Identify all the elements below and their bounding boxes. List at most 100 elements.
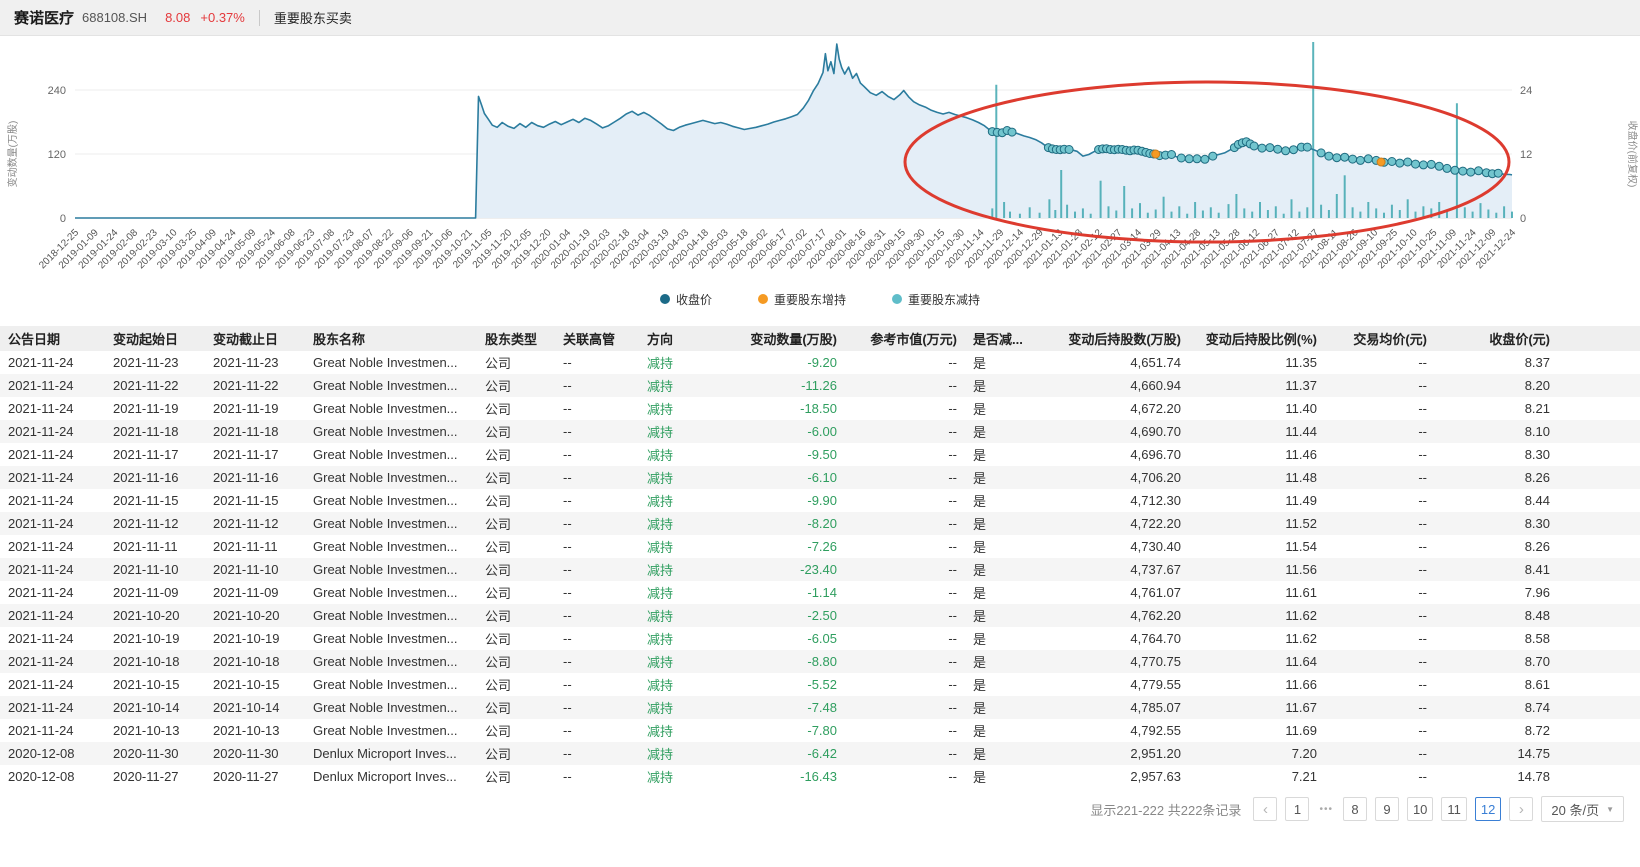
shareholder-trading-chart-section: 012024001224变动数量(万股)收盘价(前复权)2018-12-2520…: [0, 36, 1640, 312]
column-header-change-end-date: 变动截止日: [205, 326, 305, 351]
cell-avg-price: --: [1325, 420, 1435, 443]
cell-close-price: 8.10: [1435, 420, 1640, 443]
cell-holder-type: 公司: [477, 535, 555, 558]
cell-change-end-date: 2020-11-27: [205, 765, 305, 788]
cell-shares-after: 4,770.75: [1047, 650, 1189, 673]
cell-announce-date: 2021-11-24: [0, 397, 105, 420]
cell-related-executive: --: [555, 374, 639, 397]
cell-close-price: 8.37: [1435, 351, 1640, 374]
cell-related-executive: --: [555, 351, 639, 374]
cell-shares-after: 4,737.67: [1047, 558, 1189, 581]
cell-direction: 减持: [639, 489, 719, 512]
cell-is-reduction: 是: [965, 604, 1047, 627]
cell-reference-value: --: [845, 443, 965, 466]
cell-direction: 减持: [639, 351, 719, 374]
cell-avg-price: --: [1325, 673, 1435, 696]
cell-change-end-date: 2021-11-12: [205, 512, 305, 535]
page-prev-button[interactable]: ‹: [1253, 797, 1277, 821]
cell-close-price: 8.41: [1435, 558, 1640, 581]
cell-change-start-date: 2021-10-18: [105, 650, 205, 673]
cell-reference-value: --: [845, 742, 965, 765]
table-row: 2021-11-242021-11-102021-11-10Great Nobl…: [0, 558, 1640, 581]
table-row: 2021-11-242021-11-232021-11-23Great Nobl…: [0, 351, 1640, 374]
cell-change-end-date: 2021-11-09: [205, 581, 305, 604]
cell-avg-price: --: [1325, 627, 1435, 650]
cell-related-executive: --: [555, 604, 639, 627]
cell-announce-date: 2021-11-24: [0, 466, 105, 489]
tab-important-shareholder-trading[interactable]: 重要股东买卖: [274, 8, 352, 27]
cell-close-price: 8.70: [1435, 650, 1640, 673]
cell-change-end-date: 2021-10-19: [205, 627, 305, 650]
cell-is-reduction: 是: [965, 742, 1047, 765]
cell-holder-name: Great Noble Investmen...: [305, 627, 477, 650]
cell-direction: 减持: [639, 535, 719, 558]
page-button-11[interactable]: 11: [1441, 797, 1467, 821]
cell-ratio-after: 11.48: [1189, 466, 1325, 489]
cell-change-start-date: 2021-11-23: [105, 351, 205, 374]
cell-announce-date: 2021-11-24: [0, 604, 105, 627]
cell-avg-price: --: [1325, 558, 1435, 581]
cell-change-amount: -9.90: [719, 489, 845, 512]
cell-direction: 减持: [639, 374, 719, 397]
legend-label: 重要股东减持: [908, 291, 980, 308]
cell-holder-type: 公司: [477, 512, 555, 535]
page-button-10[interactable]: 10: [1407, 797, 1433, 821]
cell-is-reduction: 是: [965, 558, 1047, 581]
legend-item-holder-decrease[interactable]: 重要股东减持: [892, 291, 980, 308]
cell-change-start-date: 2020-11-27: [105, 765, 205, 788]
cell-change-end-date: 2020-11-30: [205, 742, 305, 765]
cell-shares-after: 4,761.07: [1047, 581, 1189, 604]
cell-change-start-date: 2021-11-09: [105, 581, 205, 604]
cell-change-end-date: 2021-10-20: [205, 604, 305, 627]
page-button-8[interactable]: 8: [1343, 797, 1367, 821]
legend-label: 收盘价: [676, 291, 712, 308]
cell-holder-type: 公司: [477, 397, 555, 420]
cell-change-amount: -23.40: [719, 558, 845, 581]
page-button-1[interactable]: 1: [1285, 797, 1309, 821]
cell-ratio-after: 11.37: [1189, 374, 1325, 397]
cell-avg-price: --: [1325, 581, 1435, 604]
cell-change-amount: -8.80: [719, 650, 845, 673]
cell-holder-type: 公司: [477, 742, 555, 765]
cell-change-amount: -7.26: [719, 535, 845, 558]
page-button-12[interactable]: 12: [1475, 797, 1501, 821]
cell-shares-after: 4,712.30: [1047, 489, 1189, 512]
cell-is-reduction: 是: [965, 627, 1047, 650]
cell-is-reduction: 是: [965, 489, 1047, 512]
cell-change-amount: -7.80: [719, 719, 845, 742]
legend-item-close-price[interactable]: 收盘价: [660, 291, 712, 308]
cell-announce-date: 2021-11-24: [0, 420, 105, 443]
cell-avg-price: --: [1325, 604, 1435, 627]
page-next-button[interactable]: ›: [1509, 797, 1533, 821]
cell-is-reduction: 是: [965, 512, 1047, 535]
cell-reference-value: --: [845, 535, 965, 558]
cell-shares-after: 2,951.20: [1047, 742, 1189, 765]
cell-change-start-date: 2021-10-14: [105, 696, 205, 719]
svg-text:变动数量(万股): 变动数量(万股): [6, 121, 19, 188]
cell-direction: 减持: [639, 627, 719, 650]
cell-reference-value: --: [845, 581, 965, 604]
cell-avg-price: --: [1325, 765, 1435, 788]
close-price-dot-icon: [660, 294, 670, 304]
cell-ratio-after: 7.21: [1189, 765, 1325, 788]
page-button-9[interactable]: 9: [1375, 797, 1399, 821]
cell-avg-price: --: [1325, 719, 1435, 742]
pagination-buttons: ‹1•••89101112›: [1253, 797, 1533, 821]
cell-shares-after: 4,660.94: [1047, 374, 1189, 397]
cell-announce-date: 2021-11-24: [0, 696, 105, 719]
cell-direction: 减持: [639, 650, 719, 673]
cell-change-start-date: 2021-11-11: [105, 535, 205, 558]
cell-avg-price: --: [1325, 650, 1435, 673]
cell-ratio-after: 11.35: [1189, 351, 1325, 374]
cell-avg-price: --: [1325, 443, 1435, 466]
legend-item-holder-increase[interactable]: 重要股东增持: [758, 291, 846, 308]
cell-shares-after: 4,764.70: [1047, 627, 1189, 650]
cell-change-start-date: 2021-10-15: [105, 673, 205, 696]
cell-change-start-date: 2021-11-16: [105, 466, 205, 489]
page-size-select[interactable]: 20 条/页 ▼: [1541, 796, 1624, 822]
cell-change-amount: -9.50: [719, 443, 845, 466]
cell-reference-value: --: [845, 765, 965, 788]
cell-holder-type: 公司: [477, 443, 555, 466]
cell-shares-after: 4,651.74: [1047, 351, 1189, 374]
cell-direction: 减持: [639, 512, 719, 535]
